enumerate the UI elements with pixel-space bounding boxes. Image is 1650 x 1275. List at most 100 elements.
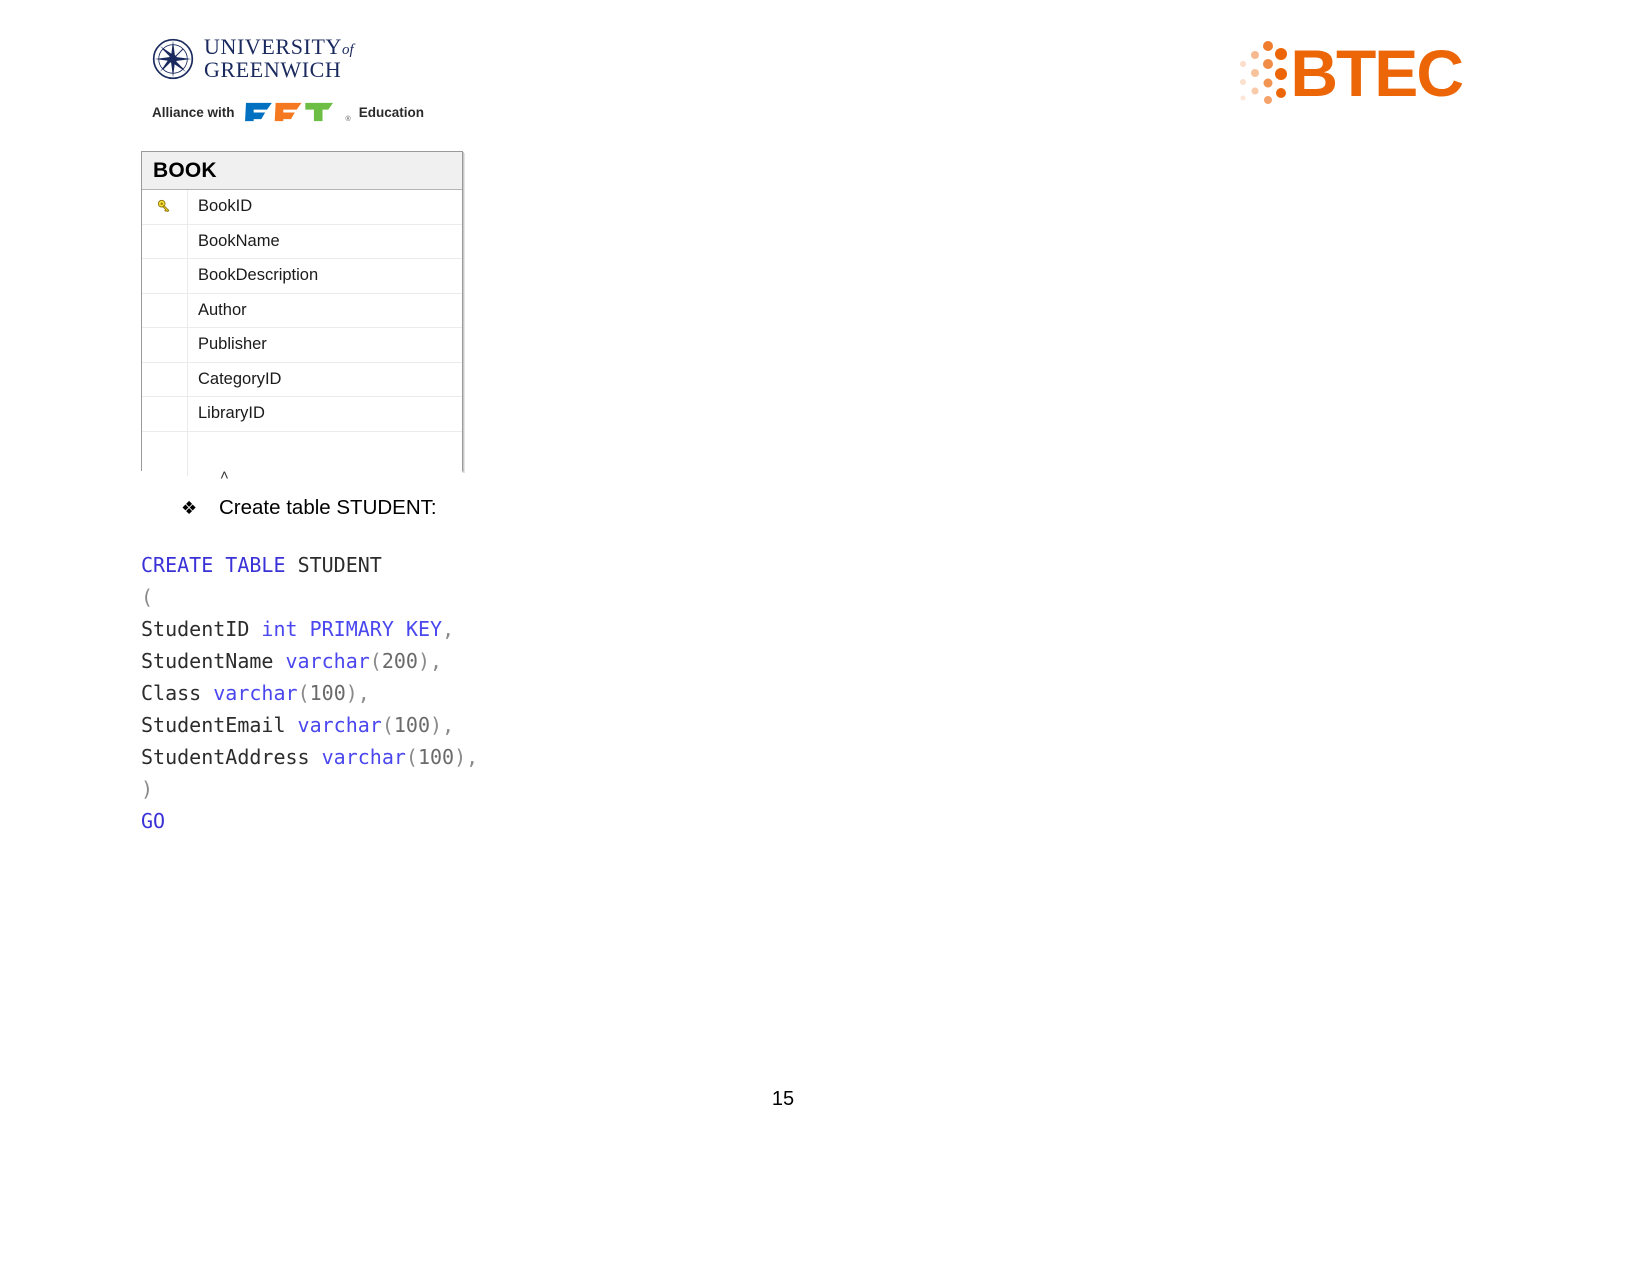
table-row[interactable]: BookDescription xyxy=(142,259,462,294)
code-token: STUDENT xyxy=(297,553,382,577)
btec-wordmark: BTEC xyxy=(1290,36,1464,110)
er-diagram-book-table[interactable]: BOOK BookID BookName BookDescription Aut… xyxy=(141,151,463,476)
er-row-gutter xyxy=(142,431,188,476)
code-token: CREATE xyxy=(141,553,214,577)
sql-code-block: CREATE TABLE STUDENT ( StudentID int PRIMA… xyxy=(141,549,478,837)
code-token: , xyxy=(442,617,455,641)
table-row[interactable]: Author xyxy=(142,293,462,328)
university-wordmark-line2: GREENWICH xyxy=(204,57,342,82)
code-token: 200 xyxy=(381,649,418,673)
diamond-bullet-icon: ❖ xyxy=(181,498,198,519)
code-token: , xyxy=(442,713,455,737)
code-line: ( xyxy=(141,581,478,613)
er-row-gutter xyxy=(142,224,188,258)
table-row[interactable]: LibraryID xyxy=(142,397,462,432)
code-line: ) xyxy=(141,773,478,805)
er-column-name: BookDescription xyxy=(198,266,319,285)
er-row-gutter xyxy=(142,397,188,431)
code-token: ( xyxy=(141,585,154,609)
page-number: 15 xyxy=(771,1088,795,1110)
alliance-with-fpt-education: Alliance with ® Education xyxy=(152,100,424,124)
table-row[interactable]: Publisher xyxy=(142,328,462,363)
code-token: 100 xyxy=(393,713,431,737)
code-token: ) xyxy=(430,713,443,737)
code-token: varchar xyxy=(321,745,406,769)
key-icon xyxy=(157,199,172,214)
er-column-name: Publisher xyxy=(198,335,267,354)
university-wordmark-line1: UNIVERSITYof xyxy=(204,34,354,59)
er-resize-handle-marker[interactable]: ˄ xyxy=(220,468,229,483)
code-line: StudentAddress varchar(100), xyxy=(141,741,478,773)
code-token: KEY xyxy=(405,617,443,641)
code-token: StudentName xyxy=(141,649,274,673)
code-line: GO xyxy=(141,805,478,837)
code-token: ( xyxy=(405,745,418,769)
compass-rose-icon xyxy=(152,38,194,80)
table-row[interactable]: CategoryID xyxy=(142,362,462,397)
code-token: , xyxy=(466,745,479,769)
code-token: 100 xyxy=(417,745,455,769)
code-token: ) xyxy=(454,745,467,769)
er-table-columns: BookID BookName BookDescription Author P… xyxy=(142,190,462,476)
code-token: GO xyxy=(141,809,166,833)
er-row-gutter xyxy=(142,328,188,362)
code-token: StudentID xyxy=(141,617,250,641)
er-empty-row[interactable] xyxy=(142,431,462,476)
code-token: int xyxy=(261,617,298,641)
er-row-gutter xyxy=(142,362,188,396)
code-token: varchar xyxy=(213,681,298,705)
bullet-label: Create table STUDENT: xyxy=(219,496,437,519)
code-token: ( xyxy=(297,681,310,705)
code-line: StudentName varchar(200), xyxy=(141,645,478,677)
code-token: varchar xyxy=(285,649,370,673)
university-wordmark: UNIVERSITYof GREENWICH xyxy=(204,36,354,81)
code-token: , xyxy=(357,681,370,705)
code-line: StudentID int PRIMARY KEY, xyxy=(141,613,478,645)
code-token: varchar xyxy=(297,713,382,737)
code-token: StudentAddress xyxy=(141,745,310,769)
university-wordmark-of: of xyxy=(342,42,354,58)
page-header: UNIVERSITYof GREENWICH Alliance with ® E… xyxy=(0,0,1650,140)
alliance-prefix-label: Alliance with xyxy=(152,104,235,120)
code-token: ) xyxy=(417,649,431,673)
code-token: ( xyxy=(381,713,394,737)
bullet-create-table-student: ❖ Create table STUDENT: xyxy=(181,496,437,520)
er-column-name: BookID xyxy=(198,197,253,216)
table-row[interactable]: BookName xyxy=(142,224,462,259)
code-token: StudentEmail xyxy=(141,713,286,737)
code-line: Class varchar(100), xyxy=(141,677,478,709)
code-token: ) xyxy=(141,777,154,801)
code-token: ) xyxy=(345,681,358,705)
code-token: Class xyxy=(141,681,202,705)
alliance-suffix-label: Education xyxy=(358,104,424,120)
code-token: ( xyxy=(369,649,382,673)
table-row[interactable]: BookID xyxy=(142,190,462,225)
code-line: StudentEmail varchar(100), xyxy=(141,709,478,741)
btec-logo: BTEC xyxy=(1234,36,1464,110)
btec-dots-icon xyxy=(1234,38,1296,108)
university-of-greenwich-logo: UNIVERSITYof GREENWICH xyxy=(152,36,354,81)
er-column-name: CategoryID xyxy=(198,369,282,388)
code-token: 100 xyxy=(309,681,346,705)
er-table-title: BOOK xyxy=(142,152,462,190)
er-row-gutter xyxy=(142,190,188,224)
code-token: TABLE xyxy=(225,553,286,577)
er-row-gutter xyxy=(142,259,188,293)
er-column-name: Author xyxy=(198,300,247,319)
fpt-registered-mark: ® xyxy=(345,116,351,123)
er-row-gutter xyxy=(142,293,188,327)
code-token: PRIMARY xyxy=(309,617,394,641)
fpt-logo-icon xyxy=(240,101,340,123)
er-column-name: BookName xyxy=(198,231,280,250)
code-line: CREATE TABLE STUDENT xyxy=(141,549,478,581)
code-token: , xyxy=(430,649,443,673)
